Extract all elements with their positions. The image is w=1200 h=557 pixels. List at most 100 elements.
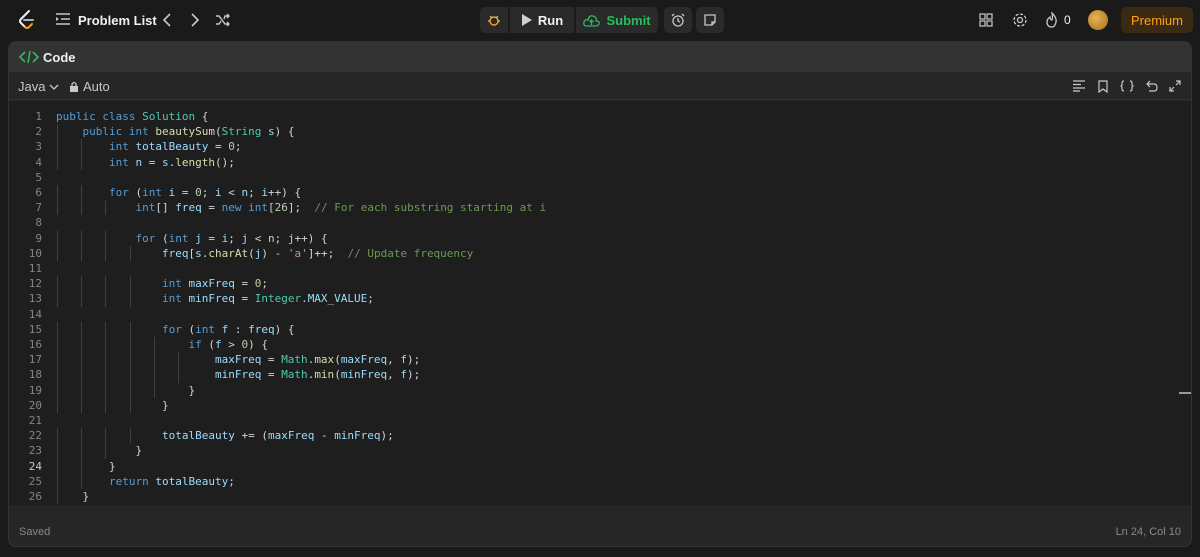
notes-button[interactable] (696, 7, 724, 33)
premium-button[interactable]: Premium (1121, 7, 1193, 33)
code-line[interactable]: 9 for (int j = i; j < n; j++) { (9, 231, 1191, 246)
indent-guide (129, 321, 131, 337)
streak-count: 0 (1064, 13, 1071, 27)
line-number: 3 (35, 140, 42, 154)
braces-button[interactable] (1119, 78, 1135, 94)
code-line[interactable]: 15 for (int f : freq) { (9, 322, 1191, 337)
settings-button[interactable] (1011, 11, 1029, 29)
indent-guide (57, 276, 58, 292)
code-line[interactable]: 24 } (9, 459, 1191, 474)
code-text: } (56, 504, 63, 505)
indent-guide (105, 443, 107, 459)
indent-guide (81, 397, 83, 413)
code-text: } (56, 444, 143, 458)
indent-guide (57, 154, 58, 170)
avatar[interactable] (1088, 10, 1108, 30)
language-select[interactable]: Java (18, 79, 59, 94)
code-line[interactable]: 11 (9, 261, 1191, 276)
code-line[interactable]: 20 } (9, 398, 1191, 413)
submit-label: Submit (606, 12, 651, 28)
indent-guide (81, 367, 83, 383)
code-line[interactable]: 27} (9, 504, 1191, 505)
indent-guide (105, 397, 107, 413)
expand-button[interactable] (1167, 78, 1183, 94)
code-text: public class Solution { (56, 110, 209, 123)
fire-icon (1046, 12, 1057, 28)
code-text: int[] freq = new int[26]; // For each su… (135, 201, 547, 215)
chevron-down-icon (50, 84, 59, 90)
code-line[interactable]: 12 int maxFreq = 0; (9, 276, 1191, 291)
code-text: public int beautySum(String s) { (82, 125, 295, 139)
auto-mode-toggle[interactable]: Auto (69, 79, 110, 94)
code-line[interactable]: 10 freq[s.charAt(j) - 'a']++; // Update … (9, 246, 1191, 261)
code-text: maxFreq = Math.max(maxFreq, f); (214, 353, 421, 367)
line-number: 25 (28, 474, 42, 488)
next-problem-button[interactable] (185, 10, 205, 30)
line-number: 24 (28, 459, 42, 473)
leetcode-logo-icon[interactable] (16, 9, 38, 31)
indent-guide (129, 397, 131, 413)
layout-button[interactable] (977, 11, 995, 29)
code-line[interactable]: 14 (9, 307, 1191, 322)
run-button[interactable]: Run (510, 7, 574, 33)
problem-list-button[interactable]: Problem List (56, 10, 157, 30)
code-line[interactable]: 22 totalBeauty += (maxFreq - minFreq); (9, 428, 1191, 443)
line-number: 7 (35, 201, 42, 215)
line-number: 1 (35, 110, 42, 123)
indent-guide (153, 382, 155, 398)
code-line[interactable]: 2 public int beautySum(String s) { (9, 124, 1191, 139)
code-line[interactable]: 26 } (9, 489, 1191, 504)
streak-button[interactable] (1043, 11, 1061, 29)
code-line[interactable]: 1 public class Solution { (9, 109, 1191, 124)
code-text: totalBeauty += (maxFreq - minFreq); (161, 429, 394, 443)
line-number: 5 (35, 170, 42, 184)
indent-guide (105, 200, 107, 216)
code-line[interactable]: 17 maxFreq = Math.max(maxFreq, f); (9, 352, 1191, 367)
code-line[interactable]: 25 return totalBeauty; (9, 474, 1191, 489)
code-line[interactable]: 13 int minFreq = Integer.MAX_VALUE; (9, 291, 1191, 306)
line-number: 22 (28, 429, 42, 443)
indent-guide (129, 367, 131, 383)
code-line[interactable]: 3 int totalBeauty = 0; (9, 139, 1191, 154)
indent-guide (81, 291, 83, 307)
indent-guide (129, 276, 131, 292)
indent-guide (129, 428, 131, 444)
code-text: freq[s.charAt(j) - 'a']++; // Update fre… (161, 246, 474, 260)
indent-guide (178, 367, 179, 383)
indent-guide (57, 382, 58, 398)
indent-guide (57, 489, 58, 505)
save-status: Saved (19, 526, 51, 538)
reset-button[interactable] (1143, 78, 1159, 94)
indent-guide (105, 382, 107, 398)
code-line[interactable]: 16 if (f > 0) { (9, 337, 1191, 352)
bug-icon (488, 15, 500, 26)
indent-guide (178, 352, 179, 368)
line-number: 16 (28, 338, 42, 351)
timer-button[interactable] (664, 7, 692, 33)
code-line[interactable]: 21 (9, 413, 1191, 428)
code-text: int n = s.length(); (108, 155, 235, 169)
code-editor[interactable]: 1 public class Solution {2 public int bea… (9, 101, 1191, 505)
code-line[interactable]: 18 minFreq = Math.min(minFreq, f); (9, 367, 1191, 382)
code-line[interactable]: 8 (9, 215, 1191, 230)
prev-problem-button[interactable] (157, 10, 177, 30)
format-button[interactable] (1071, 78, 1087, 94)
code-line[interactable]: 6 for (int i = 0; i < n; i++) { (9, 185, 1191, 200)
code-line[interactable]: 23 } (9, 443, 1191, 458)
indent-guide (81, 200, 83, 216)
code-text: for (int i = 0; i < n; i++) { (108, 186, 302, 199)
bookmark-button[interactable] (1095, 78, 1111, 94)
editor-toolbar: Java Auto (9, 72, 1191, 100)
code-line[interactable]: 7 int[] freq = new int[26]; // For each … (9, 200, 1191, 215)
code-line[interactable]: 4 int n = s.length(); (9, 155, 1191, 170)
line-number: 15 (28, 322, 42, 336)
debug-button[interactable] (480, 7, 508, 33)
cursor-position: Ln 24, Col 10 (1115, 526, 1181, 538)
code-text: } (56, 398, 169, 412)
indent-guide (81, 230, 83, 246)
code-line[interactable]: 19 } (9, 383, 1191, 398)
indent-guide (81, 139, 83, 155)
submit-button[interactable]: Submit (576, 7, 658, 33)
code-line[interactable]: 5 (9, 170, 1191, 185)
shuffle-button[interactable] (213, 10, 233, 30)
